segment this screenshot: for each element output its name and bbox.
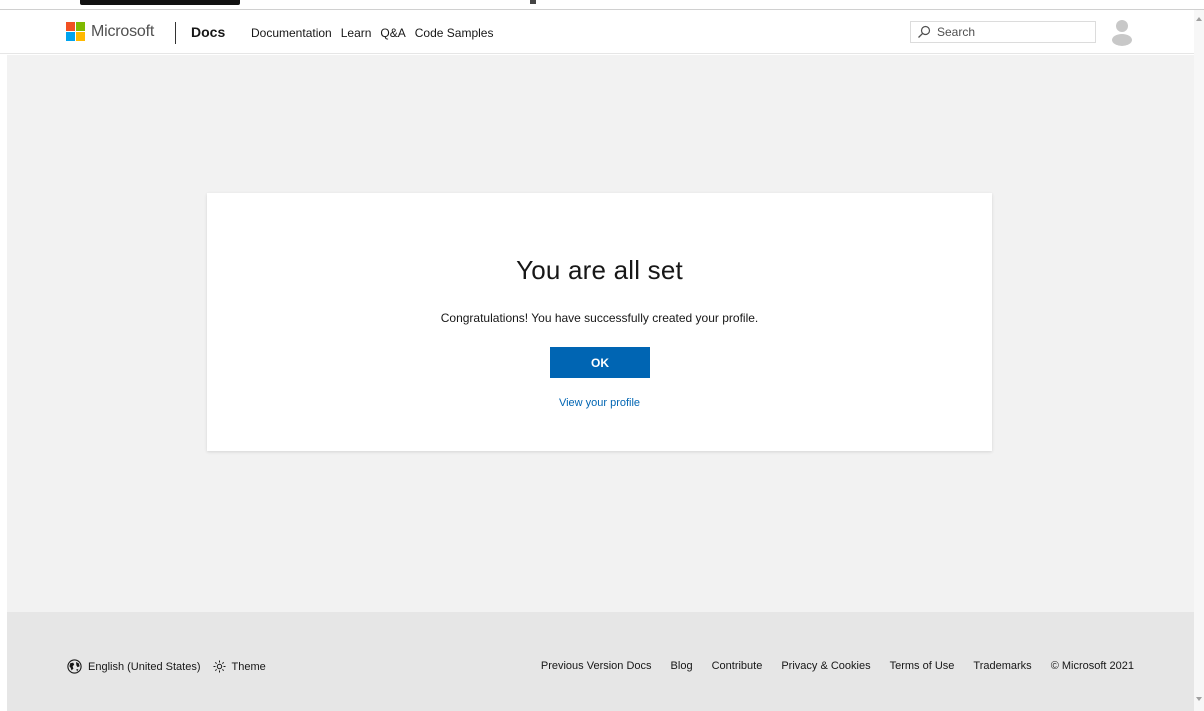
microsoft-logo-icon — [66, 22, 85, 41]
docs-home-link[interactable]: Docs — [191, 24, 225, 40]
language-label: English (United States) — [88, 660, 201, 673]
footer-link-trademarks[interactable]: Trademarks — [973, 660, 1031, 672]
footer-links: Previous Version Docs Blog Contribute Pr… — [541, 660, 1134, 672]
nav-qa[interactable]: Q&A — [380, 26, 405, 40]
footer-link-previous-version-docs[interactable]: Previous Version Docs — [541, 660, 652, 672]
microsoft-logo[interactable]: Microsoft — [66, 22, 154, 41]
nav-learn[interactable]: Learn — [341, 26, 372, 40]
nav-code-samples[interactable]: Code Samples — [415, 26, 494, 40]
footer-link-blog[interactable]: Blog — [671, 660, 693, 672]
vertical-scrollbar[interactable] — [1194, 10, 1204, 711]
avatar[interactable] — [1107, 16, 1137, 46]
clipped-text-fragment — [530, 0, 536, 4]
header-divider — [175, 22, 176, 44]
header-nav: Documentation Learn Q&A Code Samples — [251, 26, 493, 40]
confirmation-card: You are all set Congratulations! You hav… — [207, 193, 992, 451]
search-box[interactable] — [910, 21, 1096, 43]
clipped-heading-fragment — [80, 0, 240, 5]
globe-icon — [67, 659, 82, 674]
footer-left: English (United States) Theme — [67, 659, 266, 674]
search-icon — [918, 25, 931, 38]
theme-label: Theme — [231, 660, 266, 673]
nav-documentation[interactable]: Documentation — [251, 26, 332, 40]
card-message: Congratulations! You have successfully c… — [440, 311, 759, 325]
language-selector[interactable]: English (United States) — [67, 659, 201, 674]
footer-link-terms-of-use[interactable]: Terms of Use — [890, 660, 955, 672]
footer-link-contribute[interactable]: Contribute — [712, 660, 763, 672]
theme-sun-icon — [213, 660, 225, 673]
scroll-down-arrow-icon[interactable] — [1196, 697, 1202, 701]
theme-toggle[interactable]: Theme — [213, 660, 266, 673]
avatar-icon — [1107, 16, 1137, 46]
copyright-text: © Microsoft 2021 — [1050, 660, 1134, 672]
card-title: You are all set — [516, 255, 683, 285]
search-input[interactable] — [937, 25, 1077, 39]
site-header: Microsoft Docs Documentation Learn Q&A C… — [0, 10, 1204, 54]
ok-button[interactable]: OK — [550, 347, 650, 378]
logo-text: Microsoft — [91, 22, 155, 40]
view-profile-link[interactable]: View your profile — [207, 397, 992, 409]
scroll-up-arrow-icon[interactable] — [1196, 17, 1202, 21]
site-footer: English (United States) Theme Previous V — [7, 612, 1194, 711]
top-clipped-strip — [0, 0, 1204, 10]
footer-link-privacy-cookies[interactable]: Privacy & Cookies — [781, 660, 870, 672]
